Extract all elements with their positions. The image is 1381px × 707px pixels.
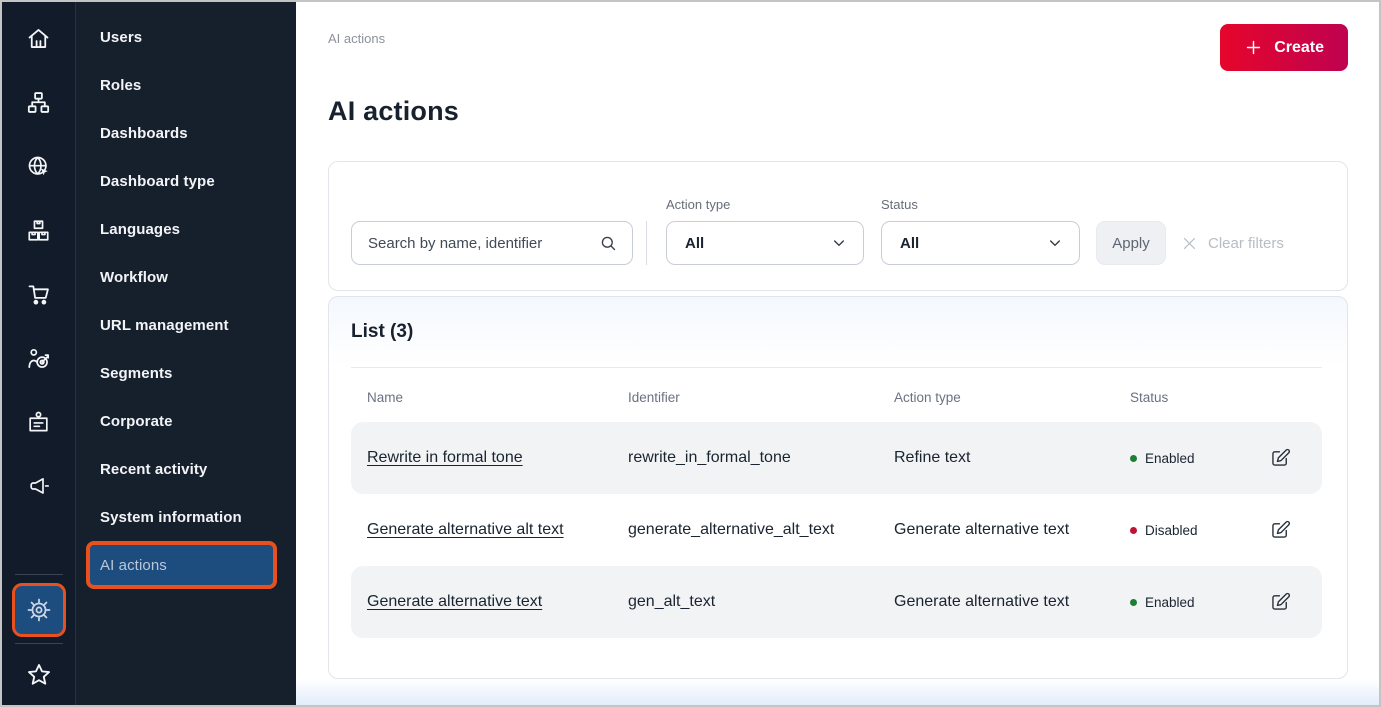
page-title: AI actions xyxy=(328,96,1348,127)
sidebar-item-corporate[interactable]: Corporate xyxy=(76,397,296,445)
filter-divider xyxy=(646,221,647,265)
sidebar-item-dashboards[interactable]: Dashboards xyxy=(76,109,296,157)
sidebar-item-dashboard-type[interactable]: Dashboard type xyxy=(76,157,296,205)
breadcrumb: AI actions xyxy=(328,31,385,46)
status-text: Enabled xyxy=(1145,595,1195,610)
search-icon[interactable] xyxy=(599,234,618,253)
edit-icon xyxy=(1269,447,1291,469)
sidebar-item-recent-activity[interactable]: Recent activity xyxy=(76,445,296,493)
sidebar-item-workflow[interactable]: Workflow xyxy=(76,253,296,301)
sitemap-icon[interactable] xyxy=(2,70,75,134)
row-action-type: Generate alternative text xyxy=(894,593,1130,611)
sidebar-item-users[interactable]: Users xyxy=(76,13,296,61)
sidebar-item-languages[interactable]: Languages xyxy=(76,205,296,253)
edit-icon xyxy=(1269,519,1291,541)
edit-button[interactable] xyxy=(1269,519,1291,541)
filter-panel: Action type All Status All Apply Clear f… xyxy=(328,161,1348,291)
status-dot xyxy=(1130,527,1137,534)
row-name-link[interactable]: Generate alternative text xyxy=(367,593,542,610)
app-window: Users Roles Dashboards Dashboard type La… xyxy=(0,0,1381,707)
create-button[interactable]: Create xyxy=(1220,24,1348,71)
status-dot xyxy=(1130,455,1137,462)
chevron-down-icon xyxy=(1047,235,1063,251)
chevron-down-icon xyxy=(831,235,847,251)
status-value: All xyxy=(900,235,919,252)
apply-button[interactable]: Apply xyxy=(1096,221,1166,265)
row-action-type: Generate alternative text xyxy=(894,521,1130,539)
sidebar-item-roles[interactable]: Roles xyxy=(76,61,296,109)
status-text: Enabled xyxy=(1145,451,1195,466)
settings-gear-icon-active[interactable] xyxy=(12,583,66,637)
edit-button[interactable] xyxy=(1269,591,1291,613)
globe-pointer-icon[interactable] xyxy=(2,134,75,198)
status-label: Status xyxy=(881,197,1080,212)
search-input[interactable] xyxy=(368,235,599,252)
sidebar-menu: Users Roles Dashboards Dashboard type La… xyxy=(76,2,296,705)
audience-target-icon[interactable] xyxy=(2,326,75,390)
table-row: Generate alternative text gen_alt_text G… xyxy=(351,566,1322,638)
sidebar-item-system-information[interactable]: System information xyxy=(76,493,296,541)
col-header-identifier: Identifier xyxy=(628,390,894,405)
main-content: AI actions Create AI actions Action type… xyxy=(296,2,1379,705)
sidebar-item-url-management[interactable]: URL management xyxy=(76,301,296,349)
row-identifier: gen_alt_text xyxy=(628,593,894,611)
row-identifier: generate_alternative_alt_text xyxy=(628,521,894,539)
row-identifier: rewrite_in_formal_tone xyxy=(628,449,894,467)
clear-filters-button[interactable]: Clear filters xyxy=(1181,221,1284,265)
status-badge: Disabled xyxy=(1130,523,1269,538)
status-select[interactable]: All xyxy=(881,221,1080,265)
packages-icon[interactable] xyxy=(2,198,75,262)
bottom-gradient xyxy=(296,679,1379,705)
list-panel: List (3) Name Identifier Action type Sta… xyxy=(328,296,1348,679)
action-type-value: All xyxy=(685,235,704,252)
status-badge: Enabled xyxy=(1130,595,1269,610)
topbar: AI actions Create xyxy=(328,24,1348,76)
table-row: Generate alternative alt text generate_a… xyxy=(351,494,1322,566)
home-icon[interactable] xyxy=(2,6,75,70)
rail-divider xyxy=(15,643,63,644)
col-header-name: Name xyxy=(367,390,628,405)
create-button-label: Create xyxy=(1274,39,1324,57)
plus-icon xyxy=(1244,38,1263,57)
clear-filters-label: Clear filters xyxy=(1208,235,1284,252)
row-name-link[interactable]: Generate alternative alt text xyxy=(367,521,564,538)
status-dot xyxy=(1130,599,1137,606)
action-type-label: Action type xyxy=(666,197,864,212)
status-text: Disabled xyxy=(1145,523,1198,538)
row-name-link[interactable]: Rewrite in formal tone xyxy=(367,449,523,466)
cart-icon[interactable] xyxy=(2,262,75,326)
rail-divider xyxy=(15,574,63,575)
table-row: Rewrite in formal tone rewrite_in_formal… xyxy=(351,422,1322,494)
id-badge-icon[interactable] xyxy=(2,390,75,454)
table-body: Rewrite in formal tone rewrite_in_formal… xyxy=(351,422,1322,638)
megaphone-icon[interactable] xyxy=(2,454,75,518)
status-badge: Enabled xyxy=(1130,451,1269,466)
edit-button[interactable] xyxy=(1269,447,1291,469)
edit-icon xyxy=(1269,591,1291,613)
action-type-select[interactable]: All xyxy=(666,221,864,265)
clear-x-icon xyxy=(1181,235,1198,252)
list-divider xyxy=(351,367,1322,368)
col-header-action-type: Action type xyxy=(894,390,1130,405)
list-heading: List (3) xyxy=(351,321,1322,343)
favorites-star-icon[interactable] xyxy=(2,646,75,704)
icon-rail xyxy=(2,2,76,705)
table-header: Name Identifier Action type Status xyxy=(351,390,1322,405)
row-action-type: Refine text xyxy=(894,449,1130,467)
sidebar-item-segments[interactable]: Segments xyxy=(76,349,296,397)
col-header-status: Status xyxy=(1130,390,1269,405)
search-box xyxy=(351,221,633,265)
sidebar-item-ai-actions-active[interactable]: AI actions xyxy=(86,541,277,589)
